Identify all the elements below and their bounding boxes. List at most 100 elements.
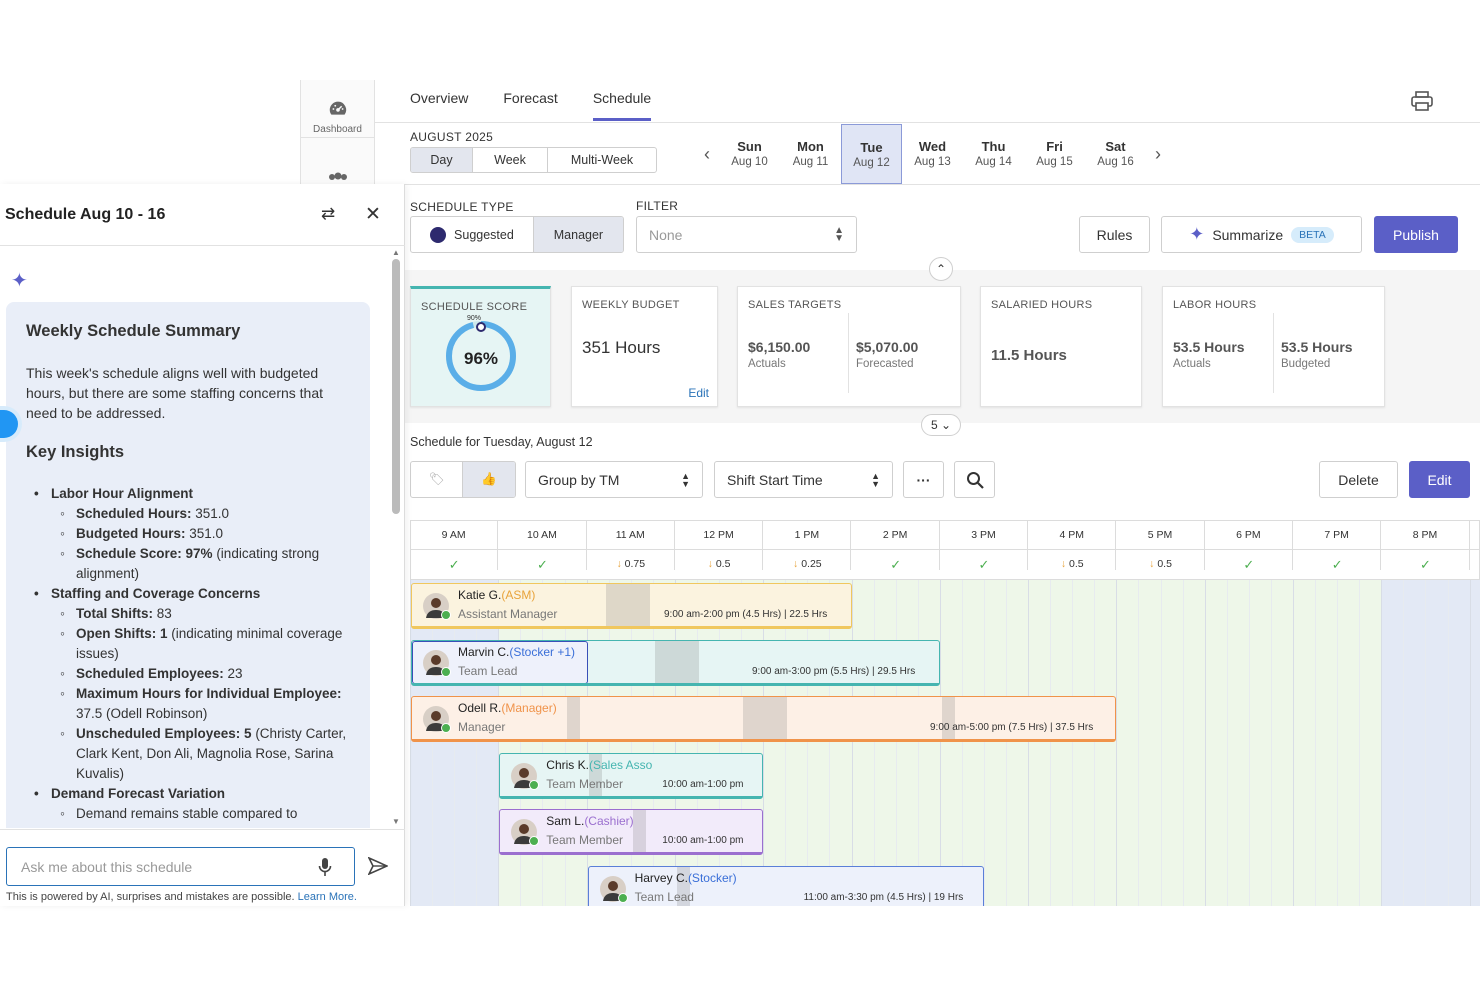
publish-button[interactable]: Publish	[1374, 216, 1458, 253]
timeline-grid: 9 AM ✓ 10 AM ✓ 11 AM ↓ 0.75 12 PM ↓ 0.5 1 PM ↓ 0.…	[410, 520, 1480, 906]
more-options-button[interactable]: ···	[903, 461, 944, 498]
tab-overview[interactable]: Overview	[410, 90, 468, 121]
insight-item: Unscheduled Employees: 5 (Christy Carter…	[26, 724, 350, 784]
day-tue[interactable]: Tue Aug 12	[841, 124, 902, 184]
day-mon[interactable]: Mon Aug 11	[780, 124, 841, 184]
scroll-up-icon[interactable]: ▲	[390, 248, 402, 257]
suggested-option[interactable]: Suggested	[411, 217, 534, 252]
close-icon[interactable]: ✕	[365, 203, 381, 226]
ask-input[interactable]: Ask me about this schedule	[6, 847, 355, 886]
grid-line	[1469, 580, 1471, 906]
grid-line	[917, 580, 919, 906]
rail-divider	[301, 137, 374, 138]
break-block	[632, 810, 646, 852]
updown-icon: ▲ ▼	[834, 224, 844, 244]
shift-time: 10:00 am-1:00 pm	[662, 779, 744, 790]
check-icon: ✓	[890, 557, 902, 572]
next-week-chevron-icon[interactable]: ›	[1146, 144, 1170, 165]
coverage-cell: ↓ 0.5	[1060, 558, 1084, 570]
check-icon: ✓	[1243, 557, 1255, 572]
ai-sparkle-icon: ✦	[11, 270, 28, 292]
microphone-icon[interactable]	[318, 857, 332, 877]
insight-item: Open Shifts: 1 (indicating minimal cover…	[26, 624, 350, 664]
view-multi-week[interactable]: Multi-Week	[548, 148, 656, 172]
grid-line	[1315, 580, 1317, 906]
day-thu[interactable]: Thu Aug 14	[963, 124, 1024, 184]
thumbs-up-icon[interactable]: 👍	[463, 462, 515, 497]
down-arrow-icon: ↓	[616, 558, 622, 570]
break-block	[743, 697, 788, 739]
shift-row[interactable]: Marvin C.(Stocker +1) Team Lead 9:00 am-3:…	[411, 640, 940, 686]
prev-week-chevron-icon[interactable]: ‹	[695, 144, 719, 165]
day-sat[interactable]: Sat Aug 16	[1085, 124, 1146, 184]
edit-button[interactable]: Edit	[1409, 461, 1470, 498]
employee-role: Team Lead	[634, 890, 694, 904]
tab-forecast[interactable]: Forecast	[503, 90, 557, 121]
salaried-value: 11.5 Hours	[991, 347, 1067, 364]
swap-icon[interactable]: ⇄	[321, 204, 335, 224]
print-icon[interactable]	[1411, 91, 1433, 111]
panel-scrollbar[interactable]: ▲ ▼	[390, 248, 402, 828]
grid-line	[939, 580, 941, 906]
month-label: AUGUST 2025	[410, 130, 494, 144]
sort-select[interactable]: Shift Start Time ▲ ▼	[714, 461, 893, 498]
check-icon: ✓	[1331, 557, 1343, 572]
send-icon[interactable]	[368, 857, 388, 875]
shift-time: 11:00 am-3:30 pm (4.5 Hrs) | 19 Hrs	[803, 892, 964, 903]
ai-disclaimer: This is powered by AI, surprises and mis…	[6, 891, 357, 903]
scroll-thumb[interactable]	[392, 259, 400, 514]
panel-title: Schedule Aug 10 - 16	[5, 206, 166, 223]
check-icon: ✓	[978, 557, 990, 572]
day-date: Aug 12	[853, 157, 890, 169]
insight-value: 351.0	[185, 526, 224, 541]
insight-value: 83	[153, 606, 172, 621]
group-by-select[interactable]: Group by TM ▲ ▼	[525, 461, 703, 498]
search-button[interactable]	[954, 461, 995, 498]
date-divider	[405, 184, 1480, 185]
shift-row[interactable]: Harvey C.(Stocker) Team Lead 11:00 am-3:30…	[587, 866, 984, 906]
insight-item: Demand remains stable compared to	[26, 804, 350, 824]
learn-more-link[interactable]: Learn More.	[298, 891, 357, 903]
down-arrow-icon: ↓	[707, 558, 713, 570]
shift-row[interactable]: Chris K.(Sales Asso Team Member 10:00 am-1…	[499, 753, 764, 799]
sparkle-icon: ✦	[1189, 224, 1205, 244]
weekly-budget-card: WEEKLY BUDGET 351 Hours Edit	[571, 286, 718, 407]
summarize-button[interactable]: ✦ Summarize BETA	[1161, 216, 1362, 253]
people-icon[interactable]	[326, 172, 350, 184]
grid-line	[1270, 580, 1272, 906]
day-sun[interactable]: Sun Aug 10	[719, 124, 780, 184]
dashboard-icon[interactable]	[325, 98, 351, 120]
updown-icon: ▲ ▼	[871, 470, 880, 489]
employee-role: Team Member	[546, 833, 623, 847]
shift-row[interactable]: Sam L.(Cashier) Team Member 10:00 am-1:00 …	[499, 809, 764, 855]
day-fri[interactable]: Fri Aug 15	[1024, 124, 1085, 184]
filter-select[interactable]: None ▲ ▼	[636, 216, 857, 253]
labor-hours-card: LABOR HOURS 53.5 Hours Actuals 53.5 Hours…	[1162, 286, 1385, 407]
day-date: Aug 15	[1036, 156, 1073, 168]
day-name: Fri	[1046, 139, 1063, 154]
rules-button[interactable]: Rules	[1079, 216, 1150, 253]
scroll-down-icon[interactable]: ▼	[390, 817, 402, 826]
delete-button[interactable]: Delete	[1319, 461, 1398, 498]
grid-line	[1182, 580, 1184, 906]
shift-row[interactable]: Katie G.(ASM) Assistant Manager 9:00 am-2:…	[411, 583, 852, 629]
insight-key: Maximum Hours for Individual Employee:	[76, 686, 342, 701]
insight-value: 23	[223, 666, 243, 681]
chevron-down-icon: ⌄	[940, 418, 952, 432]
day-wed[interactable]: Wed Aug 13	[902, 124, 963, 184]
nav-rail: Dashboard	[300, 80, 375, 190]
beta-badge: BETA	[1291, 226, 1334, 243]
tag-icon[interactable]: 🏷	[411, 462, 464, 497]
shift-time: 9:00 am-2:00 pm (4.5 Hrs) | 22.5 Hrs	[664, 609, 828, 620]
view-week[interactable]: Week	[473, 148, 548, 172]
expand-kpi-button[interactable]: 5 ⌄	[921, 414, 961, 436]
collapse-kpi-button[interactable]: ⌃	[929, 257, 953, 281]
insight-item: Schedule Score: 97% (indicating strong a…	[26, 544, 350, 584]
manager-option[interactable]: Manager	[533, 217, 623, 252]
view-day[interactable]: Day	[411, 148, 473, 172]
budget-edit-link[interactable]: Edit	[688, 386, 709, 400]
employee-name: Odell R.(Manager)	[458, 701, 557, 715]
day-date: Aug 16	[1097, 156, 1134, 168]
tab-schedule[interactable]: Schedule	[592, 90, 652, 121]
shift-row[interactable]: Odell R.(Manager) Manager 9:00 am-5:00 pm …	[411, 696, 1117, 742]
